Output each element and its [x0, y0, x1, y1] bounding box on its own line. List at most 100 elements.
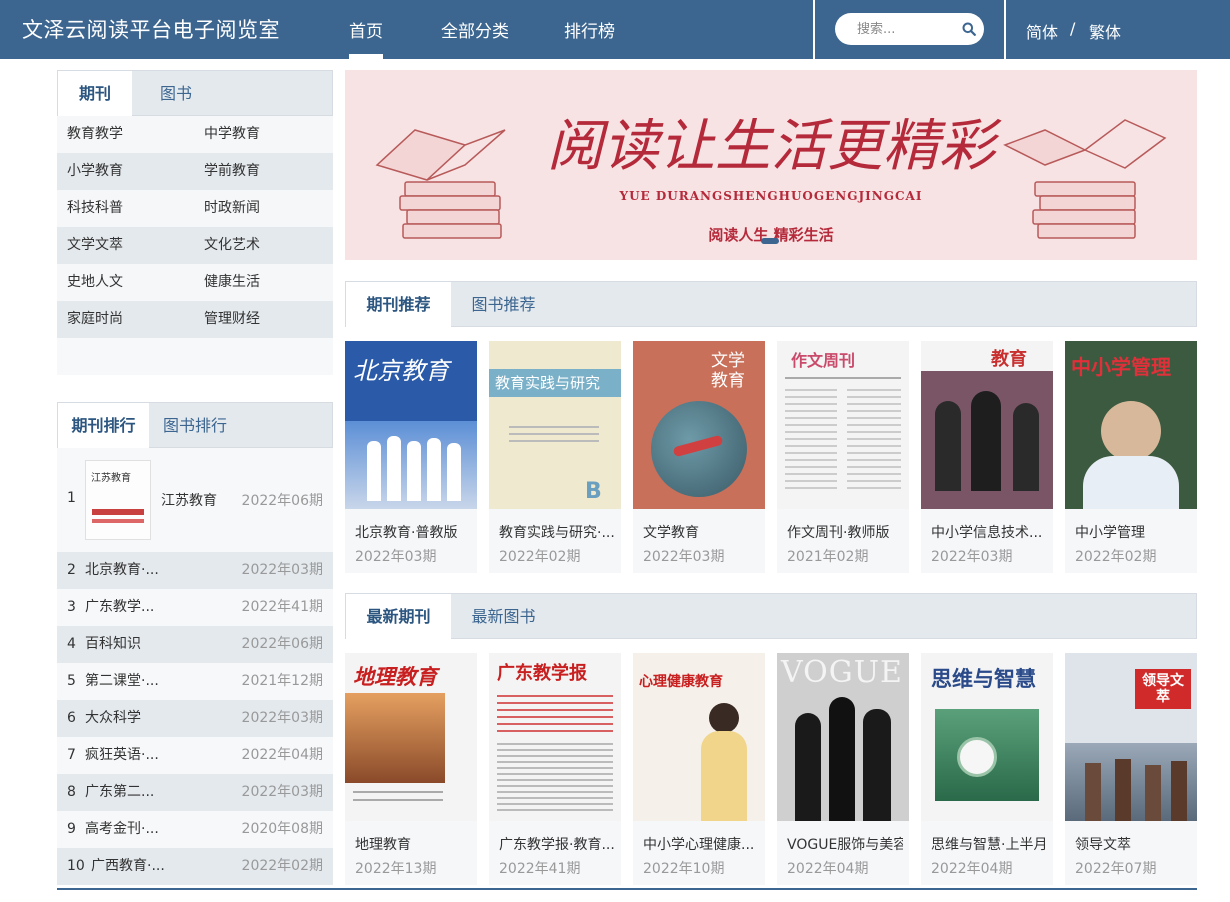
- magazine-cover[interactable]: 北京教育: [345, 341, 477, 509]
- hero-banner[interactable]: 阅读让生活更精彩 YUE DURANGSHENGHUOGENGJINGCAI 阅…: [345, 70, 1197, 260]
- cover-photo: [795, 713, 821, 821]
- cover-mark: B: [585, 479, 602, 504]
- tab-journal-recommend[interactable]: 期刊推荐: [346, 282, 451, 328]
- category-row: 教育教学 中学教育: [57, 116, 333, 153]
- rank-title: 疯狂英语·...: [85, 747, 159, 763]
- magazine-cover[interactable]: 中小学管理: [1065, 341, 1197, 509]
- magazine-card[interactable]: 广东教学报 广东教学报·教育... 2022年41期: [489, 653, 621, 885]
- tab-journals[interactable]: 期刊: [58, 71, 132, 117]
- magazine-issue: 2022年03期: [931, 549, 1013, 565]
- tab-journal-ranking[interactable]: 期刊排行: [58, 403, 149, 449]
- category-item[interactable]: 小学教育: [67, 153, 123, 190]
- rank-number: 5: [67, 673, 76, 689]
- ranking-item[interactable]: 6 大众科学 2022年03期: [57, 700, 333, 737]
- ranking-item[interactable]: 7 疯狂英语·... 2022年04期: [57, 737, 333, 774]
- magazine-issue: 2022年07期: [1075, 861, 1157, 877]
- magazine-title: 领导文萃: [1075, 837, 1131, 853]
- category-item[interactable]: 健康生活: [204, 264, 260, 301]
- category-item[interactable]: 教育教学: [67, 116, 123, 153]
- ranking-item[interactable]: 5 第二课堂·... 2021年12期: [57, 663, 333, 700]
- magazine-cover[interactable]: 领导文萃: [1065, 653, 1197, 821]
- category-item[interactable]: 家庭时尚: [67, 301, 123, 338]
- nav-all-categories[interactable]: 全部分类: [441, 17, 509, 42]
- search-icon[interactable]: [962, 22, 976, 36]
- category-item[interactable]: 文化艺术: [204, 227, 260, 264]
- nav-home[interactable]: 首页: [349, 17, 383, 59]
- rank-number: 8: [67, 784, 76, 800]
- top-header: 文泽云阅读平台电子阅览室 首页 全部分类 排行榜 简体 / 繁体: [0, 0, 1230, 59]
- magazine-card[interactable]: 地理教育 地理教育 2022年13期: [345, 653, 477, 885]
- magazine-cover[interactable]: 思维与智慧: [921, 653, 1053, 821]
- ranking-cover-thumb[interactable]: 江苏教育: [85, 460, 151, 540]
- site-title[interactable]: 文泽云阅读平台电子阅览室: [22, 14, 280, 44]
- magazine-card[interactable]: 领导文萃 领导文萃 2022年07期: [1065, 653, 1197, 885]
- carousel-dot[interactable]: [761, 238, 779, 244]
- magazine-cover[interactable]: 作文周刊: [777, 341, 909, 509]
- rank-title: 北京教育·...: [85, 562, 159, 578]
- magazine-cover[interactable]: 教育实践与研究 B: [489, 341, 621, 509]
- magazine-cover[interactable]: 广东教学报: [489, 653, 621, 821]
- cover-text-line: [353, 791, 443, 793]
- magazine-cover[interactable]: 心理健康教育: [633, 653, 765, 821]
- magazine-card[interactable]: 文学教育 文学教育 2022年03期: [633, 341, 765, 573]
- magazine-issue: 2022年02期: [1075, 549, 1157, 565]
- ranking-item[interactable]: 10 广西教育·... 2022年02期: [57, 848, 333, 885]
- magazine-card[interactable]: 作文周刊 作文周刊·教师版 2021年02期: [777, 341, 909, 573]
- magazine-title: 北京教育·普教版: [355, 525, 458, 541]
- category-item[interactable]: 管理财经: [204, 301, 260, 338]
- tab-latest-books[interactable]: 最新图书: [451, 594, 556, 640]
- category-item[interactable]: 文学文萃: [67, 227, 123, 264]
- magazine-issue: 2022年04期: [787, 861, 869, 877]
- tab-book-recommend[interactable]: 图书推荐: [451, 282, 556, 328]
- magazine-title: 中小学管理: [1075, 525, 1145, 541]
- tab-books[interactable]: 图书: [132, 71, 220, 117]
- cover-text-line: [785, 377, 901, 379]
- lang-simplified[interactable]: 简体: [1026, 19, 1058, 43]
- category-item[interactable]: 时政新闻: [204, 190, 260, 227]
- tab-latest-journals[interactable]: 最新期刊: [346, 594, 451, 640]
- cover-text-block: [785, 389, 837, 489]
- magazine-cover[interactable]: 教育: [921, 341, 1053, 509]
- magazine-card[interactable]: 北京教育 北京教育·普教版 2022年03期: [345, 341, 477, 573]
- cover-title: 文学教育: [711, 351, 745, 391]
- magazine-title: 地理教育: [355, 837, 411, 853]
- category-item[interactable]: 史地人文: [67, 264, 123, 301]
- tab-book-ranking[interactable]: 图书排行: [149, 403, 241, 449]
- magazine-title: VOGUE服饰与美容: [787, 837, 903, 853]
- nav-rankings[interactable]: 排行榜: [564, 17, 615, 42]
- magazine-card[interactable]: 教育实践与研究 B 教育实践与研究·... 2022年02期: [489, 341, 621, 573]
- cover-photo: [935, 401, 961, 491]
- magazine-card[interactable]: VOGUE VOGUE服饰与美容 2022年04期: [777, 653, 909, 885]
- ranking-item[interactable]: 2 北京教育·... 2022年03期: [57, 552, 333, 589]
- magazine-card[interactable]: 中小学管理 中小学管理 2022年02期: [1065, 341, 1197, 573]
- cover-text-block: [847, 389, 901, 489]
- category-item[interactable]: 中学教育: [204, 116, 260, 153]
- rank-title: 大众科学: [85, 710, 141, 726]
- cover-text-block: [497, 695, 613, 735]
- category-item[interactable]: 学前教育: [204, 153, 260, 190]
- cover-title: 中小学管理: [1071, 355, 1171, 379]
- magazine-issue: 2022年10期: [643, 861, 725, 877]
- rank-number: 6: [67, 710, 76, 726]
- ranking-item[interactable]: 9 高考金刊·... 2020年08期: [57, 811, 333, 848]
- magazine-card[interactable]: 思维与智慧 思维与智慧·上半月 2022年04期: [921, 653, 1053, 885]
- search-input[interactable]: [857, 19, 957, 39]
- magazine-card[interactable]: 心理健康教育 中小学心理健康... 2022年10期: [633, 653, 765, 885]
- magazine-cover[interactable]: 地理教育: [345, 653, 477, 821]
- ranking-item[interactable]: 3 广东教学... 2022年41期: [57, 589, 333, 626]
- magazine-cover[interactable]: VOGUE: [777, 653, 909, 821]
- magazine-title: 中小学信息技术...: [931, 525, 1043, 541]
- magazine-issue: 2022年03期: [643, 549, 725, 565]
- cover-text-line: [353, 799, 443, 801]
- category-item[interactable]: 科技科普: [67, 190, 123, 227]
- cover-title: 心理健康教育: [639, 674, 723, 690]
- ranking-item[interactable]: 8 广东第二... 2022年03期: [57, 774, 333, 811]
- ranking-item[interactable]: 4 百科知识 2022年06期: [57, 626, 333, 663]
- lang-traditional[interactable]: 繁体: [1089, 19, 1121, 43]
- rank-title: 广东教学...: [85, 599, 155, 615]
- ranking-item-top[interactable]: 1 江苏教育 江苏教育 2022年06期: [57, 448, 333, 552]
- magazine-card[interactable]: 教育 中小学信息技术... 2022年03期: [921, 341, 1053, 573]
- magazine-issue: 2021年02期: [787, 549, 869, 565]
- book-stack-icon: [1003, 119, 1167, 239]
- magazine-cover[interactable]: 文学教育: [633, 341, 765, 509]
